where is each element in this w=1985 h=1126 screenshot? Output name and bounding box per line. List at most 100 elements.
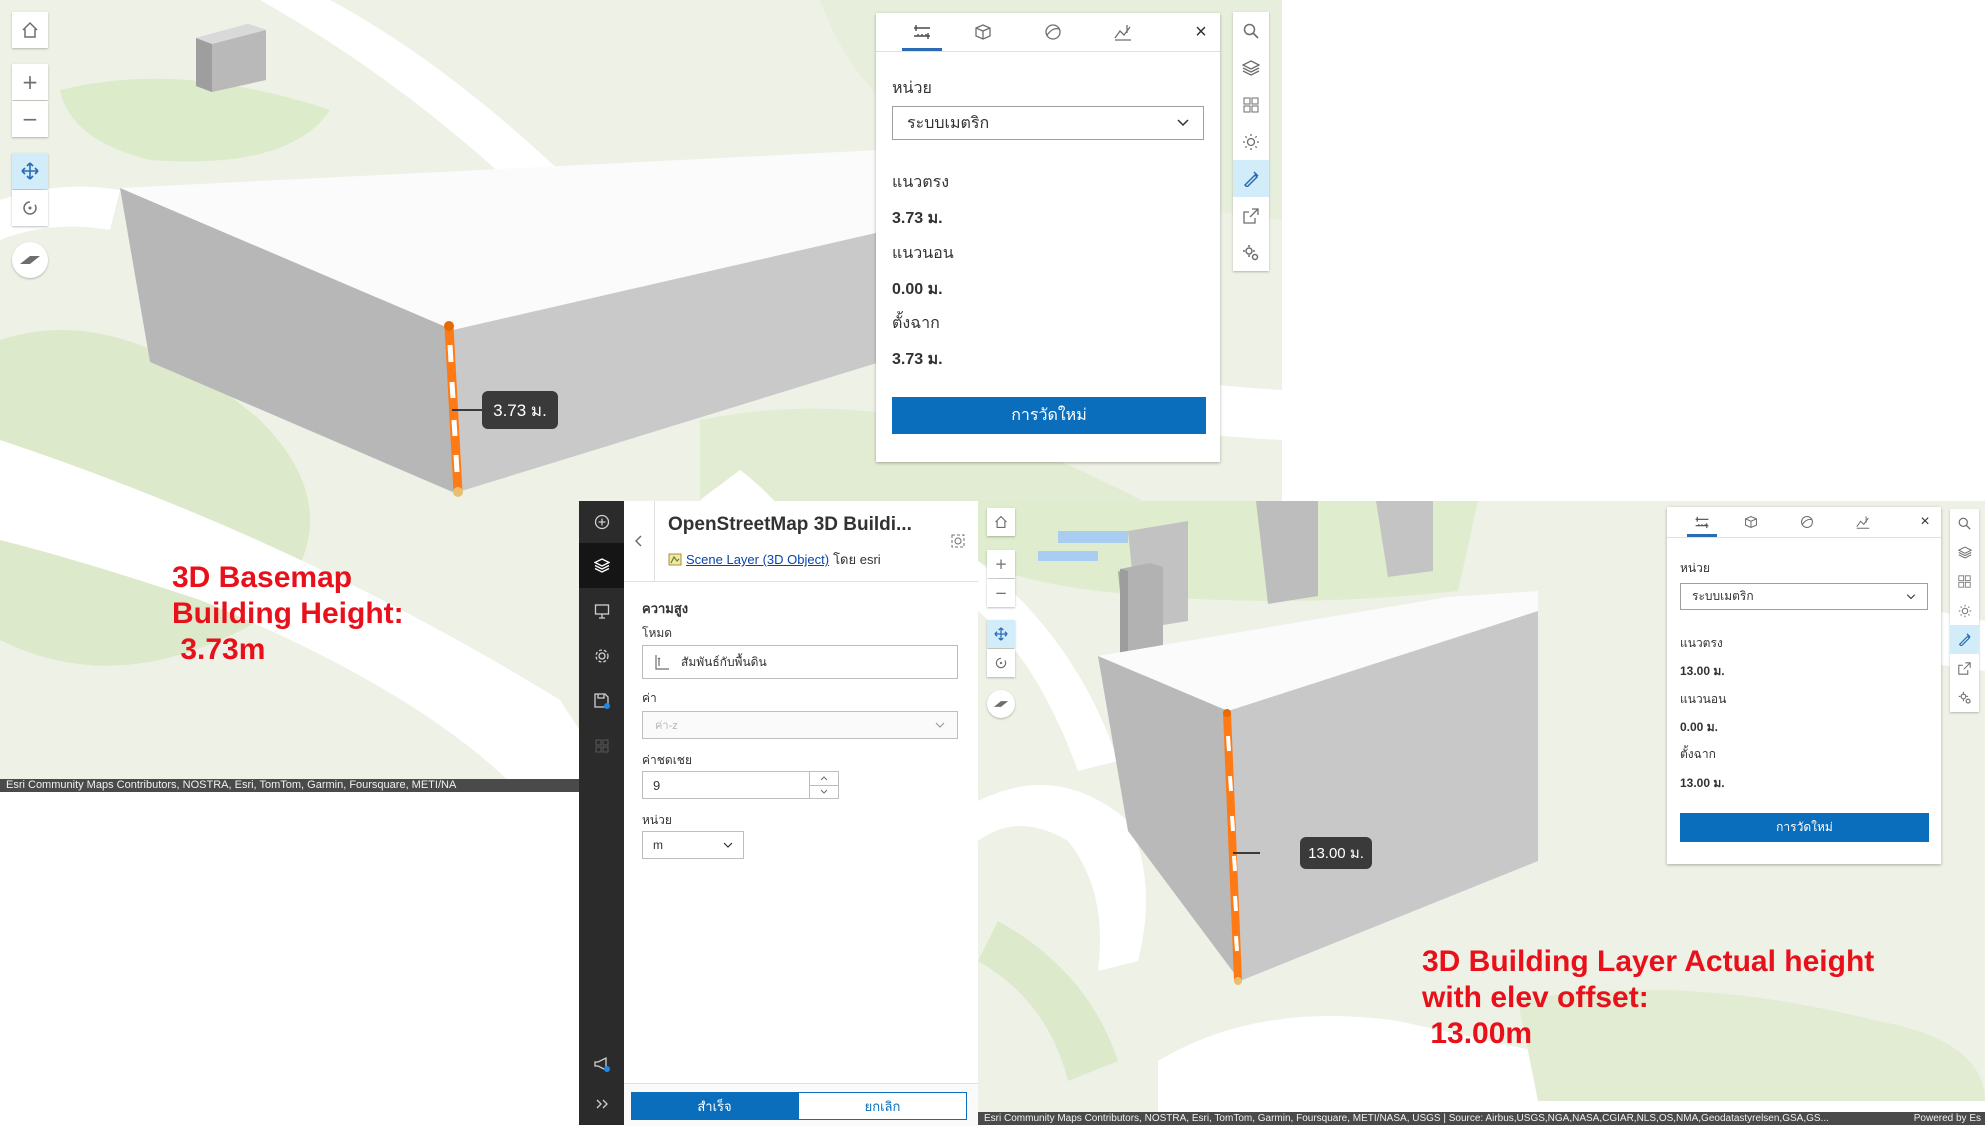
zoom-out-button[interactable]: − <box>12 101 48 137</box>
offset-input[interactable]: 9 <box>642 771 839 799</box>
measurement-panel: × หน่วย ระบบเมตริก แนวตรง 3.73 ม. แนวนอน… <box>876 13 1220 462</box>
zoom-in-button[interactable]: + <box>987 550 1015 578</box>
unit-label: หน่วย <box>892 80 932 97</box>
basemap-gallery-button[interactable] <box>1233 86 1269 123</box>
apps-nav-button[interactable] <box>579 723 624 768</box>
close-button[interactable]: × <box>1913 507 1937 537</box>
zoom-out-button[interactable]: − <box>987 579 1015 607</box>
measurement-tabs: × <box>876 13 1220 52</box>
measurement-label: 13.00 ม. <box>1300 837 1372 869</box>
compass-icon <box>20 256 40 264</box>
measurement-tabs: × <box>1667 507 1941 538</box>
rotate-button[interactable] <box>987 649 1015 677</box>
layers-nav-button[interactable] <box>579 543 624 588</box>
search-button[interactable] <box>1233 12 1269 49</box>
back-button[interactable] <box>624 501 655 581</box>
value-label: ค่า <box>642 691 657 705</box>
layer-height-note: 3D Building Layer Actual height with ele… <box>1422 945 1875 1050</box>
add-layer-button[interactable] <box>579 501 624 543</box>
layers-button[interactable] <box>1950 538 1979 567</box>
relative-to-ground-icon <box>655 655 669 670</box>
done-button[interactable]: สำเร็จ <box>631 1092 798 1120</box>
zoom-to-layer-button[interactable] <box>948 531 968 551</box>
area-icon <box>1745 516 1757 528</box>
measurement-panel: × หน่วย ระบบเมตริก แนวตรง 13.00 ม. แนวนอ… <box>1667 507 1941 864</box>
settings-button[interactable] <box>1233 234 1269 271</box>
save-icon <box>593 692 610 709</box>
tab-area[interactable] <box>1723 507 1779 537</box>
share-icon <box>1243 207 1259 224</box>
tab-distance[interactable] <box>1681 507 1723 537</box>
apps-grid-icon <box>595 739 608 752</box>
daylight-button[interactable] <box>1950 596 1979 625</box>
slides-nav-button[interactable] <box>579 588 624 633</box>
home-button[interactable] <box>987 508 1015 536</box>
measure-tool-button[interactable] <box>1233 160 1269 197</box>
new-measurement-button[interactable]: การวัดใหม่ <box>892 397 1206 434</box>
zoom-to-icon <box>951 534 965 548</box>
chevron-down-icon <box>1906 593 1916 599</box>
cancel-button[interactable]: ยกเลิก <box>798 1092 967 1120</box>
powered-by: Powered by Es <box>1909 1112 1985 1125</box>
compass-button[interactable] <box>987 690 1015 718</box>
pan-button[interactable] <box>987 620 1015 648</box>
settings-button[interactable] <box>1950 683 1979 712</box>
measure-tool-button[interactable] <box>1950 625 1979 654</box>
unit-select[interactable]: ระบบเมตริก <box>892 106 1204 140</box>
close-button[interactable]: × <box>1186 13 1216 51</box>
tab-slice[interactable] <box>1779 507 1835 537</box>
layer-type-link[interactable]: Scene Layer (3D Object) <box>686 552 829 567</box>
layers-icon <box>1957 546 1972 559</box>
unit-select[interactable]: ระบบเมตริก <box>1680 583 1928 610</box>
home-button[interactable] <box>12 12 48 48</box>
layers-icon <box>593 557 610 573</box>
vertical-label: แนวตรง <box>1680 636 1723 650</box>
tab-distance[interactable] <box>896 13 948 51</box>
value-select[interactable]: ค่า-z <box>642 711 958 739</box>
whats-new-button[interactable] <box>579 1041 624 1086</box>
area-icon <box>975 24 991 40</box>
tab-elevation-profile[interactable] <box>1088 13 1158 51</box>
megaphone-icon <box>593 1056 610 1072</box>
horizontal-label: แนวนอน <box>892 245 954 262</box>
rotate-button[interactable] <box>12 190 48 226</box>
search-button[interactable] <box>1950 509 1979 538</box>
save-nav-button[interactable] <box>579 678 624 723</box>
zoom-in-button[interactable]: + <box>12 64 48 100</box>
basemap-gallery-button[interactable] <box>1950 567 1979 596</box>
expand-nav-button[interactable] <box>579 1086 624 1121</box>
tab-elevation-profile[interactable] <box>1835 507 1891 537</box>
panel-header: OpenStreetMap 3D Buildi... Scene Layer (… <box>624 501 978 582</box>
share-button[interactable] <box>1233 197 1269 234</box>
value-select-placeholder: ค่า-z <box>655 720 678 732</box>
new-measurement-button[interactable]: การวัดใหม่ <box>1680 813 1929 842</box>
mode-select[interactable]: สัมพันธ์กับพื้นดิน <box>642 645 958 679</box>
pan-button[interactable] <box>12 153 48 189</box>
settings-nav-button[interactable] <box>579 633 624 678</box>
basemap-height-note: 3D Basemap Building Height: 3.73m <box>172 561 404 666</box>
share-button[interactable] <box>1950 654 1979 683</box>
daylight-button[interactable] <box>1233 123 1269 160</box>
right-toolbar <box>1950 509 1979 712</box>
layers-button[interactable] <box>1233 49 1269 86</box>
grid-icon <box>1243 97 1259 112</box>
vertical-label: แนวตรง <box>892 174 950 191</box>
direct-value: 3.73 ม. <box>892 351 943 368</box>
tab-area[interactable] <box>948 13 1018 51</box>
grid-icon <box>1958 575 1971 588</box>
elevation-profile-icon <box>1856 516 1870 529</box>
scene-layer-icon <box>668 553 682 566</box>
compass-button[interactable] <box>12 242 48 278</box>
rotate-icon <box>23 201 37 215</box>
decrement-button[interactable] <box>810 786 838 799</box>
increment-button[interactable] <box>810 772 838 786</box>
offset-unit-value: m <box>653 838 663 852</box>
offset-unit-select[interactable]: m <box>642 831 744 859</box>
search-icon <box>1243 23 1259 39</box>
home-icon <box>22 21 38 38</box>
offset-input-value: 9 <box>653 777 661 793</box>
offset-unit-label: หน่วย <box>642 813 672 827</box>
layer-title: OpenStreetMap 3D Buildi... <box>668 514 912 535</box>
tab-slice[interactable] <box>1018 13 1088 51</box>
horizontal-value: 0.00 ม. <box>892 281 943 298</box>
